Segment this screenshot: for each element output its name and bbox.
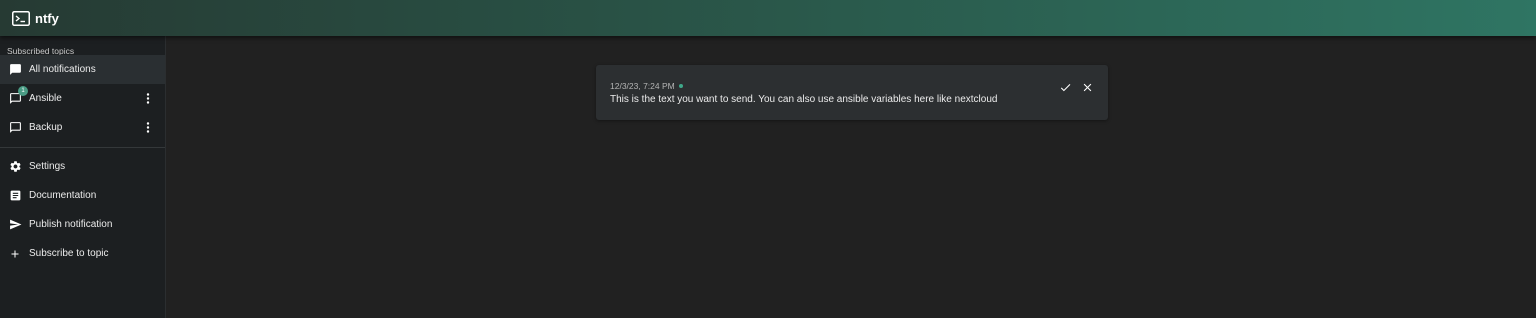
sidebar-item-settings[interactable]: Settings bbox=[0, 152, 165, 181]
send-icon bbox=[8, 218, 22, 232]
close-icon[interactable] bbox=[1080, 80, 1094, 94]
sidebar-divider bbox=[0, 147, 165, 148]
sidebar-item-label: Subscribe to topic bbox=[29, 248, 109, 259]
check-icon[interactable] bbox=[1058, 80, 1072, 94]
new-indicator-dot bbox=[678, 84, 683, 88]
sidebar-item-label: Settings bbox=[29, 161, 66, 172]
app-bar: ntfy bbox=[0, 0, 1536, 36]
app-title: ntfy bbox=[35, 10, 59, 26]
notification-message: This is the text you want to send. You c… bbox=[610, 94, 998, 105]
more-vert-icon[interactable] bbox=[146, 93, 150, 104]
sidebar-item-ansible[interactable]: 1 Ansible bbox=[0, 84, 165, 113]
unread-badge: 1 bbox=[18, 85, 28, 96]
message-outline-icon: 1 bbox=[8, 85, 28, 106]
more-vert-icon[interactable] bbox=[146, 122, 150, 133]
notification-time-text: 12/3/23, 7:24 PM bbox=[610, 81, 675, 91]
notification-card[interactable]: 12/3/23, 7:24 PM This is the text you wa… bbox=[596, 65, 1108, 120]
sidebar-item-label: Documentation bbox=[29, 190, 97, 201]
message-outline-icon bbox=[8, 121, 22, 135]
sidebar-item-backup[interactable]: Backup bbox=[0, 113, 165, 142]
sidebar-item-publish-notification[interactable]: Publish notification bbox=[0, 210, 165, 239]
gear-icon bbox=[8, 160, 22, 174]
sidebar-item-documentation[interactable]: Documentation bbox=[0, 181, 165, 210]
sidebar-item-subscribe-to-topic[interactable]: Subscribe to topic bbox=[0, 239, 165, 268]
terminal-icon bbox=[12, 10, 30, 26]
sidebar-item-all-notifications[interactable]: All notifications bbox=[0, 55, 165, 84]
plus-icon bbox=[8, 247, 22, 261]
main-content: 12/3/23, 7:24 PM This is the text you wa… bbox=[166, 36, 1536, 318]
sidebar-item-label: Ansible bbox=[29, 93, 62, 104]
notification-timestamp: 12/3/23, 7:24 PM bbox=[610, 81, 683, 91]
sidebar-item-label: Publish notification bbox=[29, 219, 113, 230]
document-icon bbox=[8, 189, 22, 203]
message-filled-icon bbox=[8, 63, 22, 77]
sidebar-heading: Subscribed topics bbox=[7, 46, 75, 56]
sidebar-item-label: All notifications bbox=[29, 64, 96, 75]
sidebar-item-label: Backup bbox=[29, 122, 63, 133]
sidebar: Subscribed topics All notifications 1 An… bbox=[0, 36, 166, 318]
